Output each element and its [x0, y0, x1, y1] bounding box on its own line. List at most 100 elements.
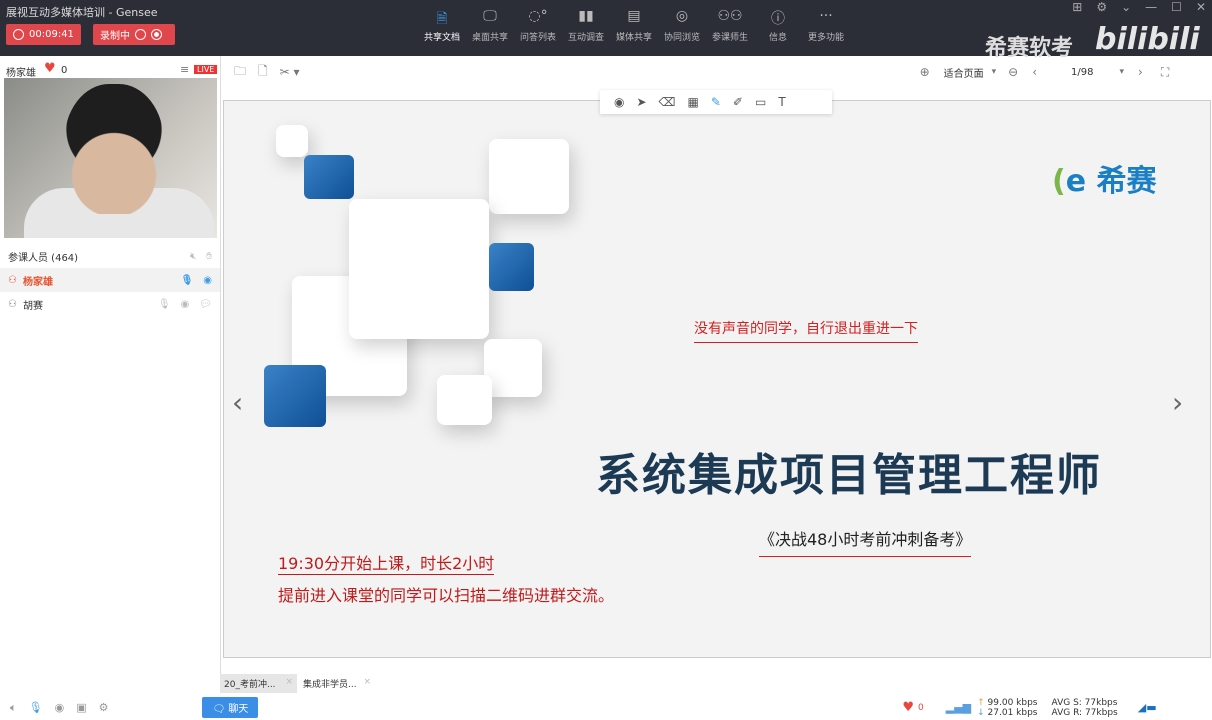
heart-icon[interactable]: ♥	[902, 700, 914, 715]
chat-button[interactable]: 🗨︎ 聊天	[202, 697, 259, 718]
info-icon: ⓘ	[771, 11, 785, 27]
settings-icon[interactable]: ⚙	[1096, 0, 1107, 14]
screen-icon[interactable]: ▣	[76, 701, 86, 714]
participants-count: 参课人员 (464)	[8, 252, 79, 264]
slide: (e 希赛 没有声音的同学，自行退出重进一下 系统集成项目管理工程师 《决战48…	[223, 100, 1211, 658]
next-slide-arrow[interactable]: ›	[1172, 386, 1183, 419]
zoom-dropdown-icon[interactable]: ▾	[992, 67, 997, 77]
prev-slide-arrow[interactable]: ‹	[232, 386, 243, 419]
layout-icon[interactable]: ⊞	[1072, 0, 1082, 14]
participant-list: 参课人员 (464) 🔇︎ ✋︎ ⚇ 杨家雄 🎙︎ ◉ ⚇ 胡赛 🎙︎ ◉ 💬︎	[0, 244, 220, 316]
bilibili-logo: bilibili	[1095, 22, 1200, 57]
zoom-out-icon[interactable]: ⊖	[1008, 65, 1018, 79]
pause-icon[interactable]	[135, 29, 146, 40]
slide-logo: (e 希赛	[1052, 164, 1157, 199]
speaker-icon[interactable]: 🔈︎	[10, 701, 17, 715]
tool-people[interactable]: ⚇⚇ 参课师生	[706, 8, 754, 43]
prev-page-icon[interactable]: ‹	[1032, 65, 1037, 79]
heart-icon[interactable]: ♥	[44, 61, 56, 76]
close-tab-icon[interactable]: ×	[363, 677, 371, 690]
doc-tab-label: 集成非学员...	[303, 680, 357, 690]
browser-icon: ◎	[675, 8, 689, 24]
tool-info[interactable]: ⓘ 信息	[754, 8, 802, 43]
tool-more[interactable]: ··· 更多功能	[802, 8, 850, 43]
tool-label: 协同浏览	[663, 33, 700, 43]
camera-icon[interactable]: ◉	[203, 275, 212, 286]
zoom-in-icon[interactable]: ⊕	[920, 65, 930, 79]
tool-qa[interactable]: ◌° 问答列表	[514, 8, 562, 43]
like-count: 0	[61, 65, 68, 76]
open-folder-icon[interactable]: 🗀	[234, 62, 246, 83]
stop-icon[interactable]	[151, 29, 162, 40]
pen-icon[interactable]: ✎	[711, 95, 721, 109]
recording-button[interactable]: 录制中	[93, 24, 175, 45]
tool-document[interactable]: 🗎 共享文档	[418, 8, 466, 43]
rectangle-icon[interactable]: ▭	[755, 95, 766, 109]
tip-text: 提前进入课堂的同学可以扫描二维码进群交流。	[278, 586, 615, 605]
signal-icon: ▂▄▆	[945, 701, 972, 714]
scissors-icon[interactable]: ✂ ▾	[280, 65, 300, 79]
tool-label: 问答列表	[519, 33, 556, 43]
tool-browser[interactable]: ◎ 协同浏览	[658, 8, 706, 43]
tool-label: 媒体共享	[615, 33, 652, 43]
hand-icon[interactable]: ✋︎	[206, 251, 212, 262]
next-page-icon[interactable]: ›	[1138, 65, 1143, 79]
mic-icon[interactable]: 🎙︎	[181, 275, 194, 286]
window-title: 展视互动多媒体培训 - Gensee	[6, 6, 158, 19]
avg-receive: AVG R: 77kbps	[1051, 707, 1118, 718]
dropdown-icon[interactable]: ⌄	[1121, 0, 1131, 14]
desktop-icon: 🖵	[483, 8, 497, 24]
mute-all-icon[interactable]: 🔇︎	[190, 251, 196, 262]
close-tab-icon[interactable]: ×	[285, 677, 293, 690]
page-dropdown-icon[interactable]: ▾	[1120, 67, 1125, 77]
tool-desktop[interactable]: 🖵 桌面共享	[466, 8, 514, 43]
participant-row[interactable]: ⚇ 胡赛 🎙︎ ◉ 💬︎	[0, 292, 220, 316]
timer-text: 00:09:41	[29, 29, 74, 40]
chat-label: 聊天	[228, 704, 249, 715]
fullscreen-icon[interactable]: ⛶	[1161, 65, 1169, 80]
new-file-icon[interactable]: 🗋	[258, 62, 268, 83]
text-icon[interactable]: T	[778, 95, 785, 109]
tool-label: 桌面共享	[471, 33, 508, 43]
avg-send: AVG S: 77kbps	[1051, 697, 1118, 708]
laser-icon[interactable]: ◉	[614, 95, 624, 109]
notice-text: 没有声音的同学，自行退出重进一下	[694, 318, 918, 343]
tool-chart[interactable]: ▮▮ 互动调查	[562, 8, 610, 43]
zoom-select[interactable]: 适合页面	[944, 65, 984, 80]
camera-icon[interactable]: ◉	[181, 299, 190, 310]
page-number[interactable]: 1/98	[1071, 67, 1093, 78]
gensee-logo: ◢▬	[1137, 701, 1157, 714]
tool-media[interactable]: ▤ 媒体共享	[610, 8, 658, 43]
tool-label: 信息	[768, 33, 787, 43]
doc-tab[interactable]: 集成非学员... ×	[297, 674, 377, 693]
close-icon[interactable]: ✕	[1196, 0, 1206, 14]
maximize-icon[interactable]: ☐	[1171, 0, 1182, 14]
tool-label: 互动调查	[567, 33, 604, 43]
highlighter-icon[interactable]: ✐	[733, 95, 743, 109]
presenter-icon: ⚇	[8, 274, 17, 286]
doc-tab-label: 20_考前冲...	[224, 680, 276, 690]
menu-icon[interactable]: ≡	[180, 63, 189, 76]
chat-icon[interactable]: 💬︎	[199, 299, 212, 310]
mic-icon[interactable]: 🎙︎	[158, 299, 171, 310]
chart-icon: ▮▮	[578, 8, 594, 24]
participants-header: 参课人员 (464) 🔇︎ ✋︎	[0, 244, 220, 268]
slide-subtitle: 《决战48小时考前冲刺备考》	[759, 526, 972, 557]
tool-label: 更多功能	[807, 33, 844, 43]
average-rates: AVG S: 77kbps AVG R: 77kbps	[1052, 698, 1118, 718]
timer-button[interactable]: 00:09:41	[6, 24, 81, 45]
camera-icon[interactable]: ◉	[55, 701, 65, 714]
settings-icon[interactable]: ⚙	[99, 701, 109, 714]
mic-icon[interactable]: 🎙︎	[29, 701, 43, 714]
eraser-icon[interactable]: ⌫	[659, 95, 676, 109]
clear-icon[interactable]: ▦	[688, 95, 699, 109]
like-count: 0	[918, 702, 924, 713]
window-controls: ⊞ ⚙ ⌄ — ☐ ✕	[1072, 0, 1206, 14]
upload-rate: 99.00 kbps	[987, 697, 1038, 708]
participant-row[interactable]: ⚇ 杨家雄 🎙︎ ◉	[0, 268, 220, 292]
document-icon: 🗎	[436, 11, 448, 27]
pointer-icon[interactable]: ➤	[636, 95, 646, 109]
doc-tab[interactable]: 20_考前冲... ×	[220, 674, 297, 693]
minimize-icon[interactable]: —	[1145, 0, 1157, 14]
document-tabs: 20_考前冲... × 集成非学员... ×	[220, 674, 377, 693]
